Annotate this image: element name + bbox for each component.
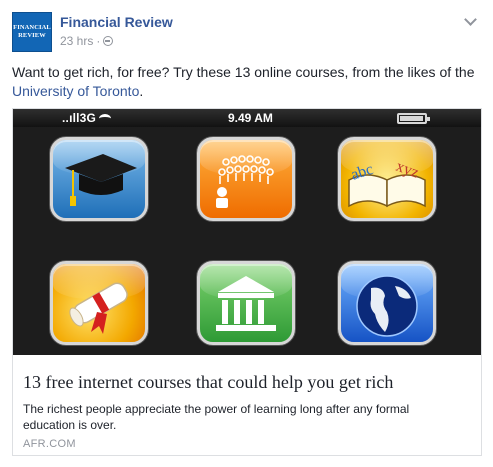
university-link[interactable]: University of Toronto	[12, 83, 139, 99]
chevron-down-icon[interactable]	[464, 14, 478, 28]
timestamp-link[interactable]: 23 hrs	[60, 34, 93, 48]
carrier-signal: ..ıll3G	[62, 111, 112, 125]
card-title[interactable]: 13 free internet courses that could help…	[23, 371, 473, 393]
phone-time: 9.49 AM	[228, 111, 273, 125]
museum-icon	[197, 261, 295, 345]
post-header: FINANCIAL REVIEW Financial Review 23 hrs…	[12, 12, 482, 52]
phone-status-bar: ..ıll3G 9.49 AM	[13, 109, 481, 127]
diploma-icon	[50, 261, 148, 345]
page-name-link[interactable]: Financial Review	[60, 14, 173, 30]
abc-xyz-book-icon: abc xyz	[338, 137, 436, 221]
post-message-end: .	[139, 83, 144, 99]
post-message: Want to get rich, for free? Try these 13…	[12, 63, 482, 101]
battery-icon	[397, 113, 430, 124]
post-meta: 23 hrs ·	[60, 34, 114, 48]
facebook-post: FINANCIAL REVIEW Financial Review 23 hrs…	[0, 0, 493, 467]
graduation-cap-icon	[50, 137, 148, 221]
card-image[interactable]: ..ıll3G 9.49 AM abc xyz	[13, 109, 481, 355]
link-preview-card[interactable]: ..ıll3G 9.49 AM abc xyz 13 free internet…	[12, 108, 482, 456]
globe-icon	[338, 261, 436, 345]
carrier-text: ..ıll3G	[62, 111, 97, 125]
avatar[interactable]: FINANCIAL REVIEW	[12, 12, 52, 52]
avatar-line-2: REVIEW	[18, 32, 46, 39]
meta-separator: ·	[96, 34, 101, 48]
post-message-text: Want to get rich, for free? Try these 13…	[12, 64, 475, 80]
wifi-icon	[99, 114, 112, 123]
globe-icon[interactable]	[103, 36, 114, 46]
card-description: The richest people appreciate the power …	[23, 402, 410, 432]
card-domain: AFR.COM	[23, 438, 76, 450]
avatar-line-1: FINANCIAL	[13, 24, 51, 31]
card-body[interactable]: 13 free internet courses that could help…	[13, 355, 481, 455]
crowd-icon	[197, 137, 295, 221]
